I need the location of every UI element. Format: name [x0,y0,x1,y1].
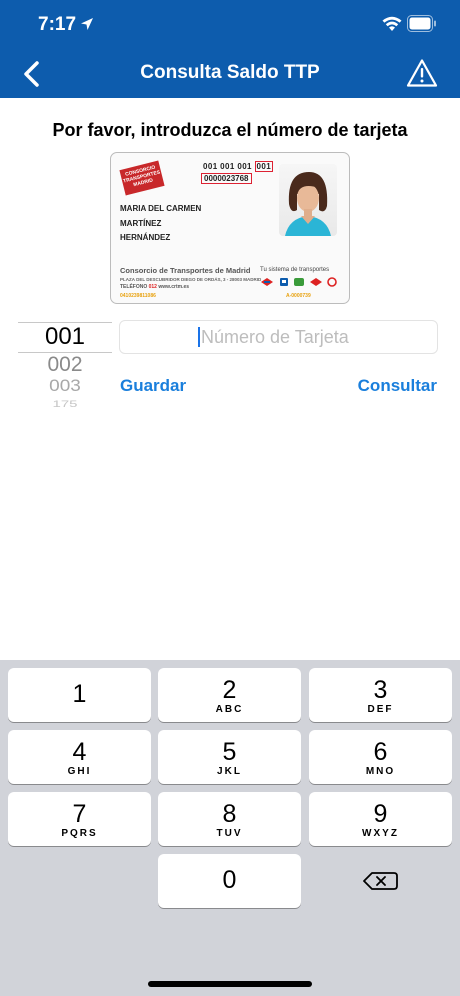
card-holder-name-line: MARTÍNEZ [120,219,162,228]
key-4[interactable]: 4 GHI [8,730,151,784]
picker-selected-value[interactable]: 001 [18,323,112,351]
backspace-icon[interactable] [309,854,452,908]
nav-title: Consulta Saldo TTP [140,62,320,83]
status-time: 7:17 [38,14,77,35]
card-system-label: Tu sistema de transportes [260,267,330,273]
key-9[interactable]: 9 WXYZ [309,792,452,846]
instruction-text: Por favor, introduzca el número de tarje… [52,120,408,140]
picker-option[interactable]: 175 [18,399,112,409]
battery-icon [407,15,436,32]
key-3[interactable]: 3 DEF [309,668,452,722]
key-5[interactable]: 5 JKL [158,730,301,784]
save-button[interactable]: Guardar [120,376,186,396]
card-number-line1: 001 001 001 001 [203,161,274,172]
location-arrow-icon [81,18,93,30]
home-indicator [148,981,312,987]
card-prefix-picker[interactable]: 001 002 003 175 [18,320,112,410]
card-phone: TELÉFONO 012 www.crtm.es [120,284,190,290]
card-number-line2: 0000023768 [201,173,252,184]
key-6[interactable]: 6 MNO [309,730,452,784]
card-holder-name-line: HERNÁNDEZ [120,233,171,242]
card-number-input[interactable] [119,320,438,354]
card-holder-name-line: MARIA DEL CARMEN [120,204,202,213]
key-2[interactable]: 2 ABC [158,668,301,722]
text-caret [198,327,200,347]
warning-icon[interactable] [406,58,438,88]
key-1[interactable]: 1 [8,668,151,722]
card-code-right: A-0000739 [286,293,311,299]
app-header: 7:17 Consulta Saldo TTP [0,0,460,98]
card-code-left: 0410239811086 [120,293,156,299]
card-issuer: Consorcio de Transportes de Madrid [120,266,251,275]
card-address: PLAZA DEL DESCUBRIDOR DIEGO DE ORDÁS, 3 … [120,277,262,282]
transport-mode-icons [261,277,337,287]
key-7[interactable]: 7 PQRS [8,792,151,846]
picker-option[interactable]: 003 [18,378,112,397]
key-0[interactable]: 0 [158,854,301,908]
key-8[interactable]: 8 TUV [158,792,301,846]
sample-transport-card: CONSORCIO TRANSPORTES MADRID 001 001 001… [110,152,350,304]
card-holder-photo [279,164,337,236]
query-button[interactable]: Consultar [358,376,437,396]
wifi-icon [382,16,402,31]
status-bar: 7:17 [0,0,460,50]
picker-option[interactable]: 002 [18,353,112,377]
card-logo: CONSORCIO TRANSPORTES MADRID [119,160,165,196]
